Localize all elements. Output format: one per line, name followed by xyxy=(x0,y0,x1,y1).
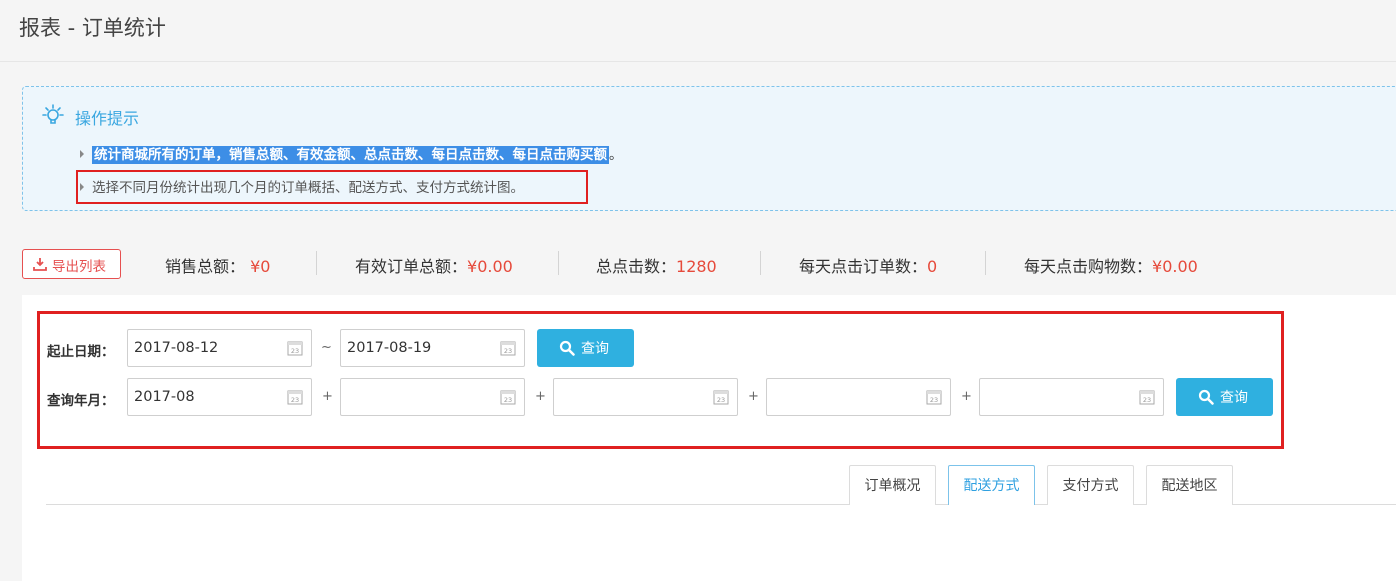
stat-divider xyxy=(760,251,761,275)
stat-value: ¥0.00 xyxy=(467,257,513,276)
highlight-box-tip xyxy=(76,170,588,204)
stat-value: ¥0.00 xyxy=(1152,257,1198,276)
stat-sales-total: 销售总额： ¥0 xyxy=(165,253,270,277)
stat-value: ¥0 xyxy=(250,257,271,276)
tab-payment-method[interactable]: 支付方式 xyxy=(1047,465,1134,505)
tip-line-1-text: 统计商城所有的订单，销售总额、有效金额、总点击数、每日点击数、每日点击购买额 xyxy=(92,146,609,164)
stat-divider xyxy=(985,251,986,275)
tab-delivery-region[interactable]: 配送地区 xyxy=(1146,465,1233,505)
download-icon xyxy=(33,258,47,271)
tips-panel: 操作提示 统计商城所有的订单，销售总额、有效金额、总点击数、每日点击数、每日点击… xyxy=(22,86,1396,211)
stat-label: 有效订单总额： xyxy=(355,257,468,276)
tip-line-1-end: 。 xyxy=(609,147,623,163)
highlight-box-query xyxy=(37,311,1284,449)
stat-value: 0 xyxy=(927,257,938,276)
stat-daily-click-purchase: 每天点击购物数：¥0.00 xyxy=(1024,253,1198,277)
stat-total-clicks: 总点击数：1280 xyxy=(596,253,717,277)
stats-bar: 导出列表 销售总额： ¥0 有效订单总额：¥0.00 总点击数：1280 每天点… xyxy=(22,249,1396,279)
tab-order-overview[interactable]: 订单概况 xyxy=(849,465,936,505)
stat-valid-orders-total: 有效订单总额：¥0.00 xyxy=(355,253,513,277)
export-list-label: 导出列表 xyxy=(52,259,106,275)
stat-divider xyxy=(558,251,559,275)
tips-title: 操作提示 xyxy=(75,109,140,128)
stat-label: 销售总额： xyxy=(165,257,246,276)
lightbulb-icon xyxy=(42,104,64,124)
stat-label: 每天点击订单数： xyxy=(799,257,928,276)
stat-daily-click-orders: 每天点击订单数：0 xyxy=(799,253,937,277)
stat-value: 1280 xyxy=(676,257,717,276)
stat-label: 总点击数： xyxy=(596,257,677,276)
chart-tabs: 订单概况 配送方式 支付方式 配送地区 xyxy=(46,465,1396,505)
bullet-arrow-icon xyxy=(80,150,84,158)
page-header: 报表 - 订单统计 xyxy=(0,0,1396,62)
tab-delivery-method[interactable]: 配送方式 xyxy=(948,465,1035,505)
page-title: 报表 - 订单统计 xyxy=(19,16,166,40)
stat-divider xyxy=(316,251,317,275)
tip-line-1: 统计商城所有的订单，销售总额、有效金额、总点击数、每日点击数、每日点击购买额。 xyxy=(80,143,623,164)
export-list-button[interactable]: 导出列表 xyxy=(22,249,121,279)
stat-label: 每天点击购物数： xyxy=(1024,257,1153,276)
